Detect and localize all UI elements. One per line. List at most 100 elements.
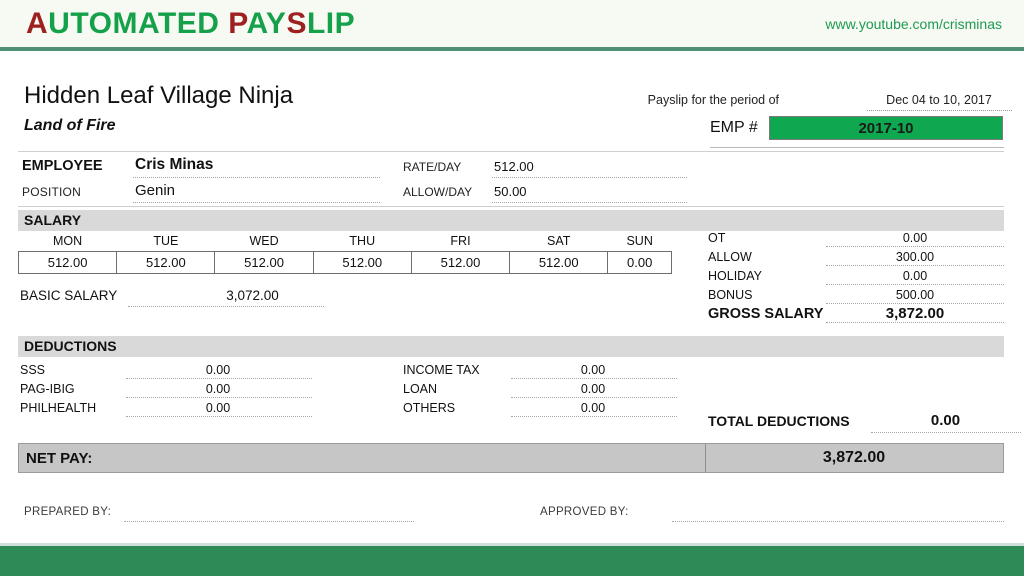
income-tax-label: INCOME TAX	[403, 363, 480, 377]
day-header-thu: THU	[349, 234, 376, 248]
rate-per-day-value[interactable]: 512.00	[494, 159, 534, 174]
sss-value[interactable]: 0.00	[128, 363, 308, 377]
employee-position-row: POSITION Genin ALLOW/DAY 50.00	[18, 181, 1004, 206]
employee-bottom-rule	[18, 206, 1004, 207]
deduction-row-2: PAG-IBIG 0.00 LOAN 0.00	[18, 380, 1004, 399]
top-divider	[18, 151, 1004, 152]
basic-salary-value: 3,072.00	[226, 288, 279, 303]
philhealth-value[interactable]: 0.00	[128, 401, 308, 415]
bonus-value[interactable]: 500.00	[828, 288, 1002, 302]
summary-row-ot: OT 0.00	[708, 229, 1004, 248]
weekday-header-row: MON TUE WED THU FRI SAT SUN	[19, 233, 672, 252]
position-value[interactable]: Genin	[135, 182, 175, 199]
company-subtitle: Land of Fire	[24, 117, 116, 134]
allowance-per-day-value[interactable]: 50.00	[494, 184, 527, 199]
period-value[interactable]: Dec 04 to 10, 2017	[869, 93, 1009, 107]
employee-name-row: EMPLOYEE Cris Minas RATE/DAY 512.00	[18, 156, 1004, 181]
net-pay-bar: NET PAY: 3,872.00	[18, 443, 1004, 473]
rate-per-day-underline	[492, 177, 687, 178]
income-tax-value[interactable]: 0.00	[513, 363, 673, 377]
header-rule	[710, 147, 1004, 148]
ot-label: OT	[708, 231, 726, 245]
allow-value[interactable]: 300.00	[828, 250, 1002, 264]
ot-underline	[826, 246, 1004, 247]
total-deductions-underline	[871, 432, 1021, 433]
net-pay-value: 3,872.00	[822, 449, 886, 466]
sss-underline	[126, 378, 312, 379]
day-header-sun: SUN	[626, 234, 653, 248]
day-value-mon[interactable]: 512.00	[17, 251, 118, 274]
day-value-thu[interactable]: 512.00	[312, 251, 412, 274]
summary-row-allow: ALLOW 300.00	[708, 248, 1004, 267]
net-pay-label: NET PAY:	[26, 450, 93, 467]
allowance-per-day-label: ALLOW/DAY	[403, 185, 473, 199]
holiday-value[interactable]: 0.00	[828, 269, 1002, 283]
banner-title: AUTOMATED PAYSLIP	[26, 7, 355, 41]
allowance-per-day-underline	[492, 202, 687, 203]
basic-salary-underline	[128, 306, 324, 307]
banner-title-part-4: AY	[246, 7, 287, 40]
emp-number-label: EMP #	[710, 119, 758, 136]
banner-title-part-3: P	[228, 7, 247, 40]
income-tax-underline	[511, 378, 677, 379]
employee-block: EMPLOYEE Cris Minas RATE/DAY 512.00 POSI…	[18, 156, 1004, 206]
ot-value[interactable]: 0.00	[828, 231, 1002, 245]
allow-underline	[826, 265, 1004, 266]
salary-section-header: SALARY	[18, 210, 1004, 231]
position-label: POSITION	[22, 185, 81, 199]
prepared-by-label: PREPARED BY:	[24, 506, 112, 518]
day-header-fri: FRI	[450, 234, 471, 248]
day-header-wed: WED	[249, 234, 279, 248]
day-value-fri[interactable]: 512.00	[410, 251, 511, 274]
day-value-sat[interactable]: 512.00	[509, 251, 609, 274]
others-underline	[511, 416, 677, 417]
allow-label: ALLOW	[708, 250, 752, 264]
banner-title-part-1: A	[26, 7, 49, 40]
page-banner: AUTOMATED PAYSLIP www.youtube.com/crismi…	[0, 0, 1024, 47]
salary-summary: OT 0.00 ALLOW 300.00 HOLIDAY 0.00 BONUS …	[708, 229, 1004, 329]
day-header-mon: MON	[53, 234, 83, 248]
employee-name-value[interactable]: Cris Minas	[135, 156, 213, 174]
day-header-tue: TUE	[153, 234, 179, 248]
day-value-sun[interactable]: 0.00	[607, 251, 672, 274]
channel-url[interactable]: www.youtube.com/crisminas	[825, 16, 1002, 32]
banner-title-part-2: UTOMATED	[48, 7, 229, 40]
sss-label: SSS	[20, 363, 46, 377]
rate-per-day-label: RATE/DAY	[403, 160, 462, 174]
banner-title-part-6: LIP	[306, 7, 356, 40]
period-underline	[867, 110, 1012, 111]
summary-row-bonus: BONUS 500.00	[708, 286, 1004, 305]
deduction-row-1: SSS 0.00 INCOME TAX 0.00	[18, 361, 1004, 380]
banner-title-part-5: S	[286, 7, 307, 40]
period-label: Payslip for the period of	[647, 93, 779, 107]
others-label: OTHERS	[403, 401, 456, 415]
deduction-row-3: PHILHEALTH 0.00 OTHERS 0.00	[18, 399, 1004, 418]
holiday-label: HOLIDAY	[708, 269, 762, 283]
employee-name-underline	[133, 177, 380, 178]
emp-number-value[interactable]: 2017-10	[769, 116, 1003, 140]
summary-row-holiday: HOLIDAY 0.00	[708, 267, 1004, 286]
total-deductions-label: TOTAL DEDUCTIONS	[708, 413, 850, 429]
loan-value[interactable]: 0.00	[513, 382, 673, 396]
prepared-by-line[interactable]	[124, 521, 414, 522]
bonus-underline	[826, 303, 1004, 304]
position-underline	[133, 202, 380, 203]
pagibig-label: PAG-IBIG	[20, 382, 75, 396]
holiday-underline	[826, 284, 1004, 285]
pagibig-value[interactable]: 0.00	[128, 382, 308, 396]
approved-by-label: APPROVED BY:	[540, 506, 629, 518]
philhealth-underline	[126, 416, 312, 417]
others-value[interactable]: 0.00	[513, 401, 673, 415]
philhealth-label: PHILHEALTH	[20, 401, 97, 415]
loan-label: LOAN	[403, 382, 438, 396]
company-name: Hidden Leaf Village Ninja	[24, 82, 294, 109]
basic-salary-label: BASIC SALARY	[20, 288, 118, 303]
bonus-label: BONUS	[708, 288, 753, 302]
employee-label: EMPLOYEE	[22, 158, 103, 174]
approved-by-line[interactable]	[672, 521, 1004, 522]
weekday-salary-table: MON TUE WED THU FRI SAT SUN 512.00 512.0…	[17, 233, 672, 274]
weekday-value-row: 512.00 512.00 512.00 512.00 512.00 512.0…	[17, 251, 672, 274]
day-value-tue[interactable]: 512.00	[116, 251, 216, 274]
day-value-wed[interactable]: 512.00	[214, 251, 314, 274]
payslip-sheet: Hidden Leaf Village Ninja Land of Fire P…	[0, 51, 1024, 543]
